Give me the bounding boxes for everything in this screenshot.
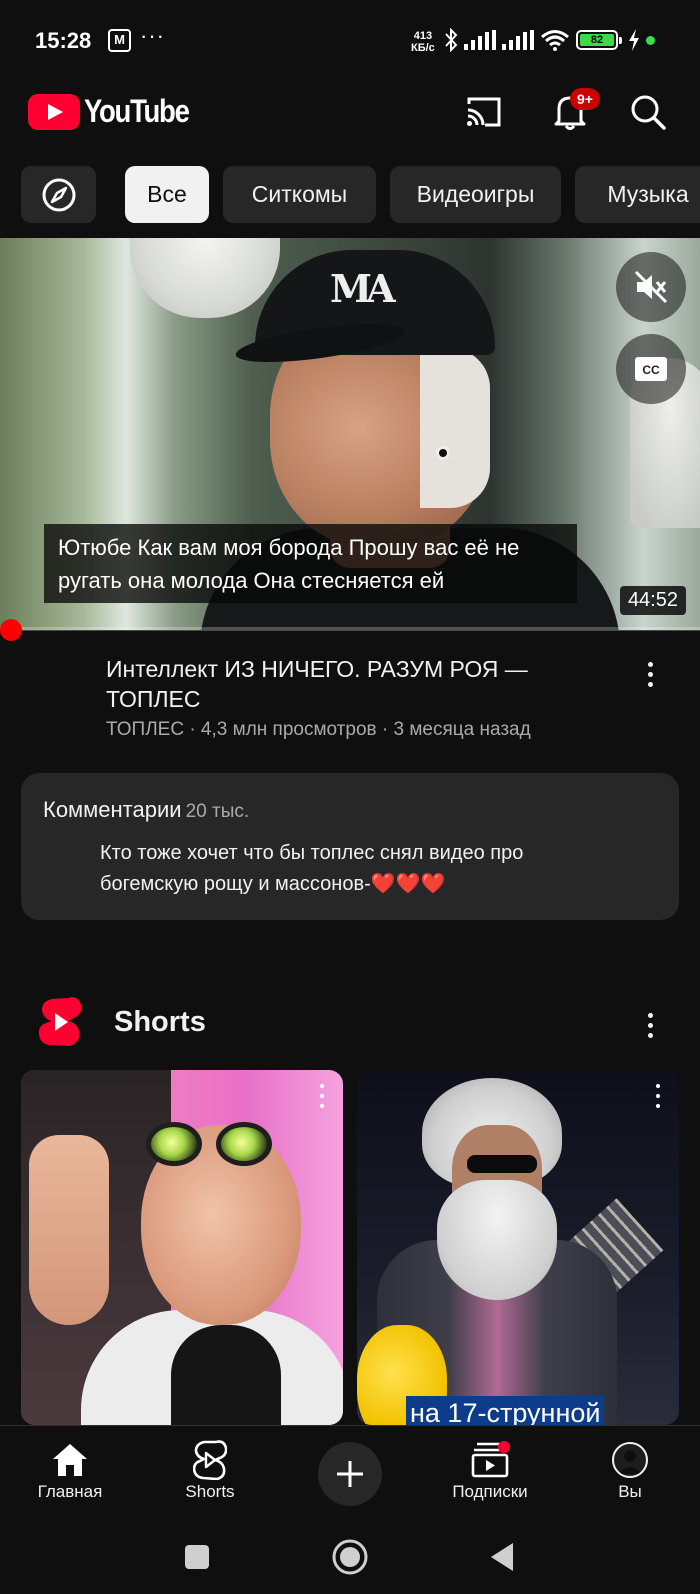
charging-icon [629, 29, 639, 51]
nav-label: Вы [618, 1482, 642, 1501]
category-chips: Все Ситкомы Видеоигры Музыка [0, 166, 700, 224]
youtube-logo-text: YouTube [84, 93, 190, 129]
network-speed: 413 КБ/с [411, 30, 435, 54]
compass-icon [42, 178, 75, 211]
short-more-button[interactable] [653, 1084, 663, 1108]
mail-app-icon: M [108, 29, 131, 52]
nav-subscriptions[interactable]: Подписки [430, 1426, 550, 1522]
home-circle-icon [332, 1539, 368, 1575]
status-bar: 15:28 M ··· 413 КБ/с 82 [0, 0, 700, 66]
signal-icon [464, 30, 496, 50]
chip-video-games[interactable]: Видеоигры [390, 166, 561, 223]
battery-level: 82 [580, 34, 614, 46]
shorts-icon [193, 1440, 227, 1480]
shorts-logo-icon [38, 997, 82, 1046]
bottom-navigation: Главная Shorts Подписки Вы [0, 1425, 700, 1521]
short-card[interactable] [21, 1070, 343, 1425]
shorts-section-title: Shorts [114, 1006, 206, 1038]
nav-label: Главная [37, 1482, 103, 1501]
cast-button[interactable] [462, 90, 506, 134]
youtube-play-logo-icon [28, 93, 80, 130]
nav-shorts[interactable]: Shorts [150, 1426, 270, 1522]
nav-label: Подписки [452, 1482, 528, 1501]
comments-title-label: Комментарии [43, 797, 182, 822]
comments-count: 20 тыс. [185, 801, 250, 822]
nav-you[interactable]: Вы [570, 1426, 690, 1522]
captions-button[interactable]: CC [616, 334, 686, 404]
notifications-button[interactable]: 9+ [548, 88, 600, 134]
home-icon [53, 1444, 87, 1476]
video-more-button[interactable] [638, 654, 662, 694]
back-icon [491, 1543, 513, 1571]
network-speed-value: 413 [413, 30, 433, 42]
recents-icon [185, 1545, 209, 1569]
mute-button[interactable] [616, 252, 686, 322]
home-system-button[interactable] [328, 1535, 372, 1579]
search-button[interactable] [626, 90, 670, 134]
bluetooth-icon [445, 28, 458, 52]
short-card[interactable]: на 17-струнной [357, 1070, 679, 1425]
chip-sitcoms[interactable]: Ситкомы [223, 166, 376, 223]
progress-scrubber[interactable] [0, 619, 22, 641]
mute-icon [634, 270, 668, 304]
closed-captions-icon: CC [635, 357, 667, 381]
recents-button[interactable] [175, 1535, 219, 1579]
wifi-icon [541, 30, 569, 51]
search-icon [631, 95, 666, 130]
svg-text:CC: CC [642, 363, 660, 377]
nav-home[interactable]: Главная [10, 1426, 130, 1522]
chip-explore[interactable] [21, 166, 96, 223]
top-comment: Кто тоже хочет что бы топлес снял видео … [100, 842, 524, 895]
account-icon [612, 1442, 648, 1478]
video-player[interactable]: MA CC Ютюбе Как вам моя борода Прошу вас… [0, 238, 700, 630]
plus-icon [337, 1461, 363, 1487]
nav-label: Shorts [185, 1482, 235, 1501]
app-header: YouTube 9+ [0, 66, 700, 156]
signal-icon [502, 30, 534, 50]
new-content-dot [498, 1441, 510, 1453]
chip-music[interactable]: Музыка [575, 166, 700, 223]
back-button[interactable] [480, 1535, 524, 1579]
privacy-indicator-dot [646, 35, 655, 45]
short-caption: на 17-струнной [406, 1396, 605, 1425]
status-icons: 82 [444, 28, 655, 52]
comments-title: Комментарии 20 тыс. [43, 797, 249, 823]
youtube-logo[interactable]: YouTube [28, 93, 206, 130]
battery-icon: 82 [576, 30, 622, 50]
video-title[interactable]: Интеллект ИЗ НИЧЕГО. РАЗУМ РОЯ — ТОПЛЕС [106, 654, 576, 714]
notifications-badge: 9+ [570, 88, 600, 110]
cast-icon [467, 97, 501, 127]
create-button[interactable] [318, 1442, 382, 1506]
video-duration: 44:52 [619, 586, 686, 615]
status-time: 15:28 [35, 28, 92, 53]
goggles [146, 1120, 306, 1168]
comments-card[interactable]: Комментарии 20 тыс. Кто тоже хочет что бы… [21, 773, 679, 920]
short-more-button[interactable] [317, 1084, 327, 1108]
more-notifications-icon: ··· [140, 23, 165, 48]
video-meta: ТОПЛЕС · 4,3 млн просмотров · 3 месяца н… [106, 719, 531, 740]
system-navigation-bar [0, 1521, 700, 1594]
shorts-more-button[interactable] [638, 1005, 662, 1045]
video-caption: Ютюбе Как вам моя борода Прошу вас её не… [44, 524, 577, 603]
progress-bar[interactable] [0, 627, 700, 631]
chip-all[interactable]: Все [125, 166, 209, 223]
cap-logo-icon: MA [330, 266, 396, 311]
network-speed-unit: КБ/с [411, 42, 435, 54]
